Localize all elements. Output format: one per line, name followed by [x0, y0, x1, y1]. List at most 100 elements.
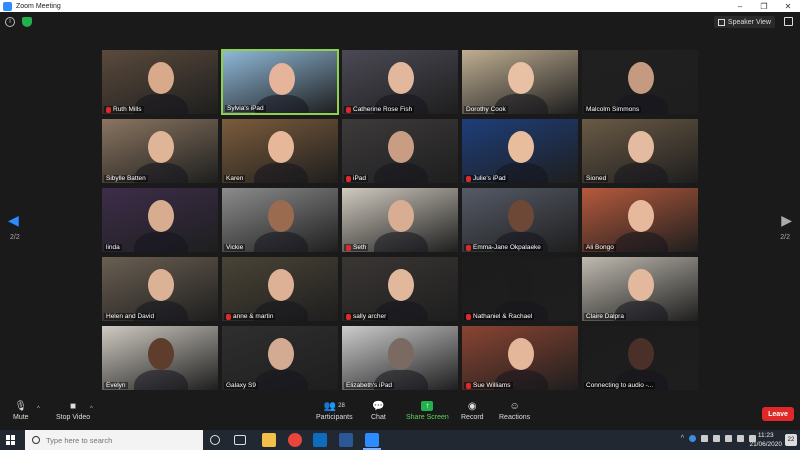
- participant-name-label: Sylvia's iPad: [225, 105, 266, 112]
- participant-tile[interactable]: Elizabeth's iPad: [341, 325, 459, 391]
- onedrive-icon[interactable]: [689, 435, 696, 442]
- chrome-icon[interactable]: [288, 433, 302, 447]
- participant-name-label: Catherine Rose Fish: [344, 106, 415, 113]
- system-tray: ^: [681, 435, 756, 442]
- participant-tile[interactable]: Sylvia's iPad: [221, 49, 339, 115]
- taskbar-clock[interactable]: 11:23 21/06/2020: [749, 431, 782, 449]
- participant-face: [508, 338, 534, 370]
- participant-tile[interactable]: Nathaniel & Rachael: [461, 256, 579, 322]
- participant-name: Sibylle Batten: [106, 175, 146, 182]
- stop-video-button[interactable]: ■ Stop Video: [56, 400, 90, 422]
- taskbar-search-box[interactable]: [25, 430, 203, 450]
- participant-name: linda: [106, 244, 120, 251]
- cortana-icon[interactable]: [210, 435, 220, 445]
- participant-tile[interactable]: Sue Williams: [461, 325, 579, 391]
- participant-name-label: sally archer: [344, 313, 389, 320]
- share-screen-label: Share Screen: [406, 414, 449, 421]
- participant-name: iPad: [353, 175, 367, 182]
- zoom-taskbar-icon[interactable]: [363, 433, 381, 450]
- participant-tile[interactable]: Claire Dalpra: [581, 256, 699, 322]
- page-indicator-left: 2/2: [10, 234, 20, 241]
- participant-tile[interactable]: Vickie: [221, 187, 339, 253]
- muted-microphone-icon: [466, 175, 471, 182]
- notification-center-icon[interactable]: 22: [785, 434, 797, 446]
- participant-tile[interactable]: Emma-Jane Okpalaeke: [461, 187, 579, 253]
- meeting-info-icon[interactable]: i: [5, 17, 15, 27]
- microphone-tray-icon[interactable]: [701, 435, 708, 442]
- participant-tile[interactable]: Connecting to audio -...: [581, 325, 699, 391]
- participant-body: [614, 163, 668, 183]
- record-icon: ◉: [467, 400, 477, 412]
- audio-options-chevron-icon[interactable]: ^: [37, 406, 40, 412]
- participant-name-label: Malcolm Simmons: [584, 106, 642, 113]
- participant-tile[interactable]: Helen and David: [101, 256, 219, 322]
- share-screen-button[interactable]: ↑ Share Screen: [406, 400, 449, 421]
- participant-tile[interactable]: Sibylle Batten: [101, 118, 219, 184]
- participant-name-label: Sioned: [584, 175, 609, 182]
- encryption-shield-icon[interactable]: [22, 17, 32, 27]
- participant-name-label: Claire Dalpra: [584, 313, 626, 320]
- windows-start-icon[interactable]: [6, 435, 16, 445]
- participant-tile[interactable]: Ruth Mills: [101, 49, 219, 115]
- participant-face: [388, 62, 414, 94]
- participant-tile[interactable]: anne & martin: [221, 256, 339, 322]
- video-options-chevron-icon[interactable]: ^: [90, 406, 93, 412]
- wifi-icon[interactable]: [737, 435, 744, 442]
- taskbar-search-input[interactable]: [46, 435, 196, 445]
- network-icon[interactable]: [725, 435, 732, 442]
- fullscreen-icon[interactable]: [784, 17, 793, 26]
- participants-button[interactable]: 👥 28 Participants: [316, 400, 353, 422]
- file-explorer-icon[interactable]: [262, 433, 276, 447]
- participant-tile[interactable]: Sioned: [581, 118, 699, 184]
- previous-page-arrow-icon[interactable]: ◀: [8, 212, 19, 229]
- participant-tile[interactable]: Dorothy Cook: [461, 49, 579, 115]
- participant-face: [268, 131, 294, 163]
- reactions-button[interactable]: ☺ Reactions: [499, 400, 531, 422]
- participant-tile[interactable]: Evelyn: [101, 325, 219, 391]
- participant-name: Evelyn: [106, 382, 126, 389]
- participant-name: Elizabeth's iPad: [346, 382, 393, 389]
- speaker-view-button[interactable]: Speaker View: [713, 16, 775, 28]
- restore-button[interactable]: ❐: [752, 0, 776, 12]
- participant-tile[interactable]: sally archer: [341, 256, 459, 322]
- participants-count: 28: [338, 403, 345, 409]
- close-button[interactable]: ✕: [776, 0, 800, 12]
- next-page-arrow-icon[interactable]: ▶: [781, 212, 792, 229]
- participant-name: Connecting to audio -...: [586, 382, 654, 389]
- participant-tile[interactable]: Catherine Rose Fish: [341, 49, 459, 115]
- participant-tile[interactable]: Seth: [341, 187, 459, 253]
- chat-button[interactable]: 💬 Chat: [371, 400, 386, 422]
- minimize-button[interactable]: –: [728, 0, 752, 12]
- participant-tile[interactable]: Galaxy S9: [221, 325, 339, 391]
- mute-button[interactable]: 🎙 Mute: [13, 400, 29, 422]
- outlook-icon[interactable]: [313, 433, 327, 447]
- participant-name: Dorothy Cook: [466, 106, 506, 113]
- participant-name: Helen and David: [106, 313, 155, 320]
- participant-name: Nathaniel & Rachael: [473, 313, 533, 320]
- participant-tile[interactable]: Karen: [221, 118, 339, 184]
- video-camera-icon: ■: [70, 400, 77, 412]
- record-button[interactable]: ◉ Record: [461, 400, 484, 422]
- participant-name: Sylvia's iPad: [227, 105, 264, 112]
- participant-name-label: Sibylle Batten: [104, 175, 148, 182]
- participant-tile[interactable]: Malcolm Simmons: [581, 49, 699, 115]
- participant-name: Sioned: [586, 175, 607, 182]
- word-icon[interactable]: [339, 433, 353, 447]
- participant-face: [388, 200, 414, 232]
- show-hidden-icons-icon[interactable]: ^: [681, 435, 684, 442]
- leave-button[interactable]: Leave: [762, 407, 794, 421]
- participant-tile[interactable]: iPad: [341, 118, 459, 184]
- participant-name: Ali Bongo: [586, 244, 614, 251]
- participant-body: [254, 163, 308, 183]
- chat-bubble-icon: 💬: [372, 400, 385, 412]
- participant-tile[interactable]: Ali Bongo: [581, 187, 699, 253]
- reactions-label: Reactions: [499, 414, 531, 421]
- battery-icon[interactable]: [713, 435, 720, 442]
- muted-microphone-icon: [106, 106, 111, 113]
- participant-name-label: linda: [104, 244, 122, 251]
- task-view-icon[interactable]: [234, 435, 246, 445]
- participant-name-label: Helen and David: [104, 313, 157, 320]
- participant-tile[interactable]: linda: [101, 187, 219, 253]
- participant-face: [148, 269, 174, 301]
- participant-tile[interactable]: Julie's iPad: [461, 118, 579, 184]
